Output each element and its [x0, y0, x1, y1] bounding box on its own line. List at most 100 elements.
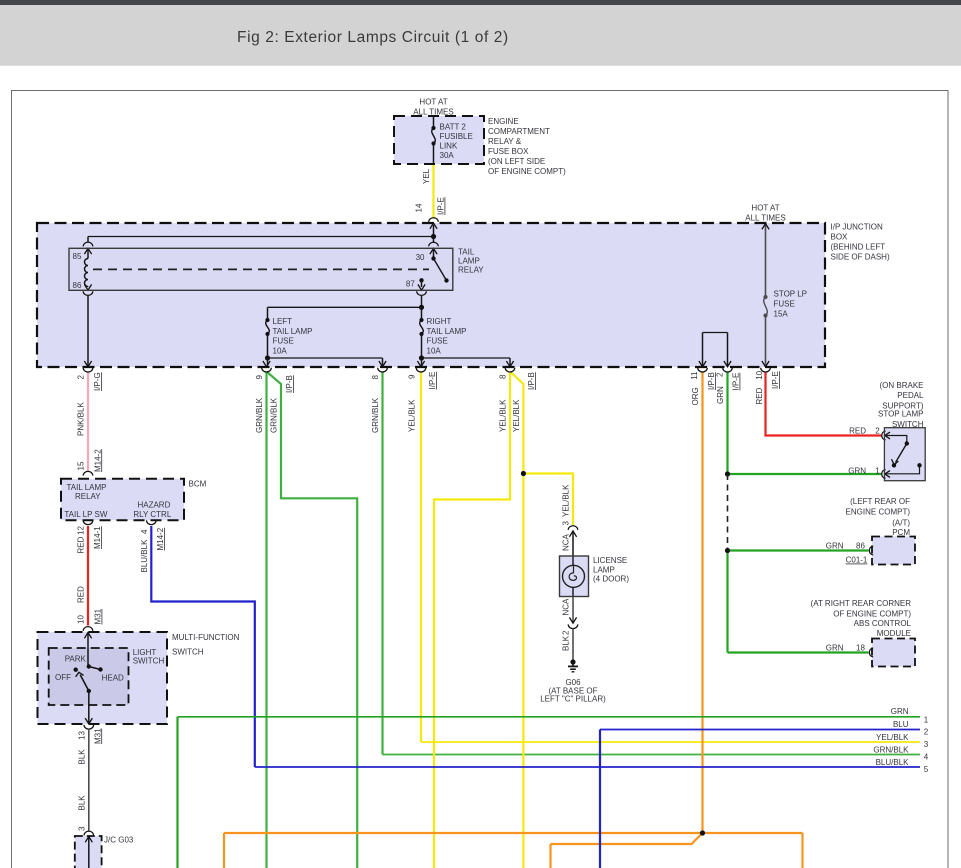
svg-text:J/C G03: J/C G03 [104, 836, 134, 845]
svg-text:PARK: PARK [65, 655, 87, 664]
svg-text:C01-1: C01-1 [846, 556, 868, 565]
svg-text:13: 13 [77, 731, 86, 740]
svg-text:15: 15 [77, 461, 86, 470]
svg-text:BLU: BLU [893, 720, 909, 729]
svg-text:(LEFT REAR OF: (LEFT REAR OF [850, 497, 910, 506]
svg-text:YEL/BLK: YEL/BLK [876, 733, 909, 742]
svg-text:(ON LEFT SIDE: (ON LEFT SIDE [488, 157, 545, 166]
svg-text:HEAD: HEAD [102, 674, 124, 683]
svg-text:HOT AT: HOT AT [419, 98, 447, 107]
svg-text:GRN: GRN [826, 542, 844, 551]
svg-text:10: 10 [755, 370, 764, 379]
svg-text:BLK: BLK [77, 749, 86, 765]
svg-text:RED: RED [77, 586, 86, 603]
svg-text:BCM: BCM [189, 480, 207, 489]
svg-text:FUSE: FUSE [427, 337, 448, 346]
svg-text:TAIL: TAIL [458, 248, 475, 257]
svg-text:COMPARTMENT: COMPARTMENT [488, 127, 550, 136]
svg-text:I/P-E: I/P-E [437, 197, 446, 215]
svg-text:(A/T): (A/T) [892, 518, 910, 527]
svg-text:LIGHT: LIGHT [133, 648, 157, 657]
svg-text:PCM: PCM [892, 528, 910, 537]
svg-text:BLK: BLK [562, 635, 571, 651]
svg-text:NCA: NCA [562, 533, 571, 551]
svg-text:LEFT: LEFT [273, 317, 293, 326]
svg-text:M31: M31 [93, 728, 102, 744]
svg-text:SWITCH: SWITCH [133, 657, 165, 666]
svg-text:2: 2 [715, 372, 724, 377]
svg-text:3: 3 [562, 521, 571, 526]
svg-text:LAMP: LAMP [593, 566, 615, 575]
svg-text:I/P-E: I/P-E [732, 373, 741, 391]
svg-text:PEDAL: PEDAL [897, 391, 924, 400]
svg-text:RED: RED [849, 427, 866, 436]
svg-text:86: 86 [73, 281, 82, 290]
svg-text:YEL/BLK: YEL/BLK [512, 399, 521, 432]
svg-text:FUSE: FUSE [273, 337, 294, 346]
svg-text:BOX: BOX [831, 233, 849, 242]
svg-text:SWITCH: SWITCH [892, 420, 924, 429]
svg-text:GRN/BLK: GRN/BLK [873, 746, 909, 755]
svg-text:(4 DOOR): (4 DOOR) [593, 575, 629, 584]
svg-text:STOP LAMP: STOP LAMP [878, 410, 924, 419]
svg-text:MULTI-FUNCTION: MULTI-FUNCTION [172, 633, 240, 642]
svg-text:ALL TIMES: ALL TIMES [745, 214, 785, 223]
svg-text:STOP LP: STOP LP [774, 290, 808, 299]
svg-text:TAIL LAMP: TAIL LAMP [66, 483, 106, 492]
svg-text:2: 2 [562, 630, 571, 635]
svg-text:SWITCH: SWITCH [172, 648, 204, 657]
svg-text:9: 9 [408, 374, 417, 379]
svg-text:4: 4 [140, 529, 149, 534]
svg-text:ORG: ORG [691, 387, 700, 405]
svg-text:OF ENGINE COMPT): OF ENGINE COMPT) [488, 167, 566, 176]
svg-text:FUSE BOX: FUSE BOX [488, 147, 529, 156]
svg-text:10: 10 [77, 615, 86, 624]
svg-text:14: 14 [415, 203, 424, 212]
svg-text:GRN/BLK: GRN/BLK [255, 397, 264, 433]
svg-text:10A: 10A [427, 346, 442, 355]
svg-text:10A: 10A [273, 346, 288, 355]
svg-text:OFF: OFF [55, 673, 71, 682]
svg-text:4: 4 [924, 753, 929, 762]
svg-text:12: 12 [77, 526, 86, 535]
svg-text:SIDE OF DASH): SIDE OF DASH) [831, 253, 890, 262]
svg-text:TAIL LAMP: TAIL LAMP [273, 327, 313, 336]
svg-text:30A: 30A [440, 151, 455, 160]
svg-text:85: 85 [73, 252, 82, 261]
svg-text:BLU/BLK: BLU/BLK [140, 539, 149, 573]
svg-text:PNK/BLK: PNK/BLK [77, 402, 86, 436]
svg-text:LINK: LINK [440, 142, 458, 151]
svg-text:11: 11 [690, 371, 699, 380]
svg-text:RLY CTRL: RLY CTRL [133, 510, 171, 519]
svg-text:ALL TIMES: ALL TIMES [413, 108, 453, 117]
svg-text:TAIL LAMP: TAIL LAMP [427, 327, 467, 336]
svg-text:HOT AT: HOT AT [751, 204, 779, 213]
svg-text:LICENSE: LICENSE [593, 556, 627, 565]
svg-text:8: 8 [371, 375, 380, 380]
svg-text:15A: 15A [774, 310, 789, 319]
svg-text:BATT 2: BATT 2 [440, 123, 467, 132]
svg-text:30: 30 [416, 253, 425, 262]
svg-text:M31: M31 [94, 608, 103, 624]
svg-text:86: 86 [856, 542, 865, 551]
svg-text:I/P-B: I/P-B [285, 375, 294, 393]
svg-text:LAMP: LAMP [458, 257, 480, 266]
svg-text:RED: RED [755, 387, 764, 404]
svg-text:M14-1: M14-1 [93, 526, 102, 549]
svg-text:NCA: NCA [562, 598, 571, 616]
svg-text:9: 9 [255, 375, 264, 380]
svg-text:ENGINE COMPT): ENGINE COMPT) [846, 508, 911, 517]
svg-text:TAIL LP SW: TAIL LP SW [64, 510, 107, 519]
svg-text:YEL/BLK: YEL/BLK [562, 484, 571, 517]
svg-text:GRN: GRN [891, 707, 909, 716]
svg-text:Fig 2: Exterior Lamps Circuit: Fig 2: Exterior Lamps Circuit (1 of 2) [237, 29, 509, 46]
svg-text:I/P-E: I/P-E [771, 371, 780, 389]
svg-text:ABS CONTROL: ABS CONTROL [854, 619, 912, 628]
svg-text:RELAY &: RELAY & [488, 137, 522, 146]
svg-text:FUSE: FUSE [774, 300, 795, 309]
svg-text:18: 18 [856, 644, 865, 653]
svg-text:M14-2: M14-2 [93, 449, 102, 472]
svg-text:LEFT "C" PILLAR): LEFT "C" PILLAR) [540, 694, 606, 703]
svg-text:I/P JUNCTION: I/P JUNCTION [831, 223, 884, 232]
svg-text:OF ENGINE COMPT): OF ENGINE COMPT) [833, 609, 911, 618]
